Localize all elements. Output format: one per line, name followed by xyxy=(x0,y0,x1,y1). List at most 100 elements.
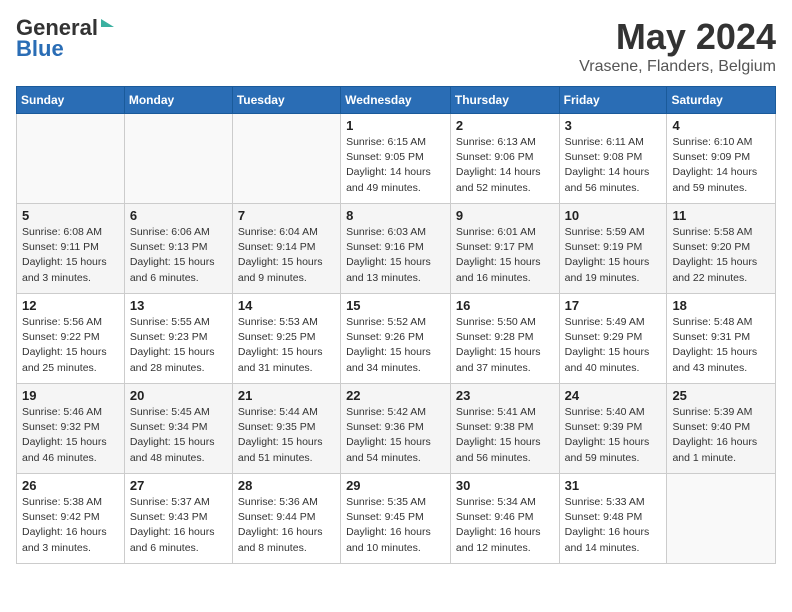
day-info: Sunrise: 5:58 AMSunset: 9:20 PMDaylight:… xyxy=(672,225,770,286)
calendar-cell: 21 Sunrise: 5:44 AMSunset: 9:35 PMDayligh… xyxy=(232,384,340,474)
day-info: Sunrise: 5:42 AMSunset: 9:36 PMDaylight:… xyxy=(346,405,445,466)
day-number: 2 xyxy=(456,118,554,133)
day-number: 5 xyxy=(22,208,119,223)
calendar-cell: 5 Sunrise: 6:08 AMSunset: 9:11 PMDaylight… xyxy=(17,204,125,294)
day-info: Sunrise: 5:50 AMSunset: 9:28 PMDaylight:… xyxy=(456,315,554,376)
calendar-cell: 4 Sunrise: 6:10 AMSunset: 9:09 PMDaylight… xyxy=(667,114,776,204)
logo: General Blue xyxy=(16,16,114,62)
calendar-cell: 25 Sunrise: 5:39 AMSunset: 9:40 PMDayligh… xyxy=(667,384,776,474)
calendar-week-row: 19 Sunrise: 5:46 AMSunset: 9:32 PMDayligh… xyxy=(17,384,776,474)
calendar-cell: 9 Sunrise: 6:01 AMSunset: 9:17 PMDaylight… xyxy=(450,204,559,294)
day-number: 24 xyxy=(565,388,662,403)
calendar-cell: 29Sunrise: 5:35 AMSunset: 9:45 PMDayligh… xyxy=(341,474,451,564)
calendar-header-row: SundayMondayTuesdayWednesdayThursdayFrid… xyxy=(17,87,776,114)
day-info: Sunrise: 5:49 AMSunset: 9:29 PMDaylight:… xyxy=(565,315,662,376)
day-number: 6 xyxy=(130,208,227,223)
day-number: 20 xyxy=(130,388,227,403)
day-info: Sunrise: 5:33 AMSunset: 9:48 PMDaylight:… xyxy=(565,495,662,556)
header-monday: Monday xyxy=(124,87,232,114)
header-sunday: Sunday xyxy=(17,87,125,114)
day-info: Sunrise: 5:41 AMSunset: 9:38 PMDaylight:… xyxy=(456,405,554,466)
day-number: 8 xyxy=(346,208,445,223)
day-number: 9 xyxy=(456,208,554,223)
calendar-cell: 24 Sunrise: 5:40 AMSunset: 9:39 PMDayligh… xyxy=(559,384,667,474)
calendar-cell: 23 Sunrise: 5:41 AMSunset: 9:38 PMDayligh… xyxy=(450,384,559,474)
logo-blue: Blue xyxy=(16,36,64,62)
day-info: Sunrise: 6:08 AMSunset: 9:11 PMDaylight:… xyxy=(22,225,119,286)
day-number: 21 xyxy=(238,388,335,403)
calendar-cell: 28Sunrise: 5:36 AMSunset: 9:44 PMDayligh… xyxy=(232,474,340,564)
day-number: 10 xyxy=(565,208,662,223)
day-info: Sunrise: 6:15 AMSunset: 9:05 PMDaylight:… xyxy=(346,135,445,196)
day-number: 1 xyxy=(346,118,445,133)
header-saturday: Saturday xyxy=(667,87,776,114)
day-number: 4 xyxy=(672,118,770,133)
calendar-cell: 2Sunrise: 6:13 AMSunset: 9:06 PMDaylight… xyxy=(450,114,559,204)
calendar-cell xyxy=(124,114,232,204)
calendar-week-row: 12 Sunrise: 5:56 AMSunset: 9:22 PMDayligh… xyxy=(17,294,776,384)
day-info: Sunrise: 6:10 AMSunset: 9:09 PMDaylight:… xyxy=(672,135,770,196)
logo-arrow-icon xyxy=(101,19,114,27)
day-number: 16 xyxy=(456,298,554,313)
day-info: Sunrise: 5:45 AMSunset: 9:34 PMDaylight:… xyxy=(130,405,227,466)
day-info: Sunrise: 5:55 AMSunset: 9:23 PMDaylight:… xyxy=(130,315,227,376)
day-info: Sunrise: 5:38 AMSunset: 9:42 PMDaylight:… xyxy=(22,495,119,556)
page-header: General Blue May 2024 Vrasene, Flanders,… xyxy=(16,16,776,76)
day-number: 7 xyxy=(238,208,335,223)
day-number: 13 xyxy=(130,298,227,313)
day-info: Sunrise: 5:59 AMSunset: 9:19 PMDaylight:… xyxy=(565,225,662,286)
day-info: Sunrise: 5:44 AMSunset: 9:35 PMDaylight:… xyxy=(238,405,335,466)
calendar-cell xyxy=(667,474,776,564)
calendar-cell: 6Sunrise: 6:06 AMSunset: 9:13 PMDaylight… xyxy=(124,204,232,294)
calendar-cell: 18 Sunrise: 5:48 AMSunset: 9:31 PMDayligh… xyxy=(667,294,776,384)
day-info: Sunrise: 5:56 AMSunset: 9:22 PMDaylight:… xyxy=(22,315,119,376)
calendar-cell: 20 Sunrise: 5:45 AMSunset: 9:34 PMDayligh… xyxy=(124,384,232,474)
title-block: May 2024 Vrasene, Flanders, Belgium xyxy=(579,16,776,76)
day-number: 27 xyxy=(130,478,227,493)
day-number: 12 xyxy=(22,298,119,313)
day-number: 23 xyxy=(456,388,554,403)
day-number: 15 xyxy=(346,298,445,313)
day-number: 18 xyxy=(672,298,770,313)
header-tuesday: Tuesday xyxy=(232,87,340,114)
day-number: 3 xyxy=(565,118,662,133)
header-thursday: Thursday xyxy=(450,87,559,114)
day-number: 11 xyxy=(672,208,770,223)
day-number: 31 xyxy=(565,478,662,493)
day-info: Sunrise: 5:52 AMSunset: 9:26 PMDaylight:… xyxy=(346,315,445,376)
header-wednesday: Wednesday xyxy=(341,87,451,114)
calendar-cell: 8 Sunrise: 6:03 AMSunset: 9:16 PMDaylight… xyxy=(341,204,451,294)
day-info: Sunrise: 6:03 AMSunset: 9:16 PMDaylight:… xyxy=(346,225,445,286)
day-info: Sunrise: 5:46 AMSunset: 9:32 PMDaylight:… xyxy=(22,405,119,466)
calendar-table: SundayMondayTuesdayWednesdayThursdayFrid… xyxy=(16,86,776,564)
day-info: Sunrise: 5:53 AMSunset: 9:25 PMDaylight:… xyxy=(238,315,335,376)
calendar-cell: 12 Sunrise: 5:56 AMSunset: 9:22 PMDayligh… xyxy=(17,294,125,384)
day-info: Sunrise: 5:40 AMSunset: 9:39 PMDaylight:… xyxy=(565,405,662,466)
day-number: 22 xyxy=(346,388,445,403)
day-info: Sunrise: 5:37 AMSunset: 9:43 PMDaylight:… xyxy=(130,495,227,556)
day-number: 26 xyxy=(22,478,119,493)
calendar-cell: 3 Sunrise: 6:11 AMSunset: 9:08 PMDaylight… xyxy=(559,114,667,204)
calendar-cell: 22 Sunrise: 5:42 AMSunset: 9:36 PMDayligh… xyxy=(341,384,451,474)
calendar-cell: 10 Sunrise: 5:59 AMSunset: 9:19 PMDayligh… xyxy=(559,204,667,294)
day-info: Sunrise: 5:48 AMSunset: 9:31 PMDaylight:… xyxy=(672,315,770,376)
day-info: Sunrise: 6:04 AMSunset: 9:14 PMDaylight:… xyxy=(238,225,335,286)
calendar-cell xyxy=(17,114,125,204)
day-info: Sunrise: 6:11 AMSunset: 9:08 PMDaylight:… xyxy=(565,135,662,196)
calendar-cell: 1 Sunrise: 6:15 AMSunset: 9:05 PMDaylight… xyxy=(341,114,451,204)
day-info: Sunrise: 6:01 AMSunset: 9:17 PMDaylight:… xyxy=(456,225,554,286)
calendar-cell xyxy=(232,114,340,204)
page-title: May 2024 xyxy=(579,16,776,58)
day-number: 25 xyxy=(672,388,770,403)
calendar-week-row: 26 Sunrise: 5:38 AMSunset: 9:42 PMDayligh… xyxy=(17,474,776,564)
day-info: Sunrise: 5:35 AMSunset: 9:45 PMDaylight:… xyxy=(346,495,445,556)
day-info: Sunrise: 5:36 AMSunset: 9:44 PMDaylight:… xyxy=(238,495,335,556)
page-subtitle: Vrasene, Flanders, Belgium xyxy=(579,58,776,76)
day-number: 14 xyxy=(238,298,335,313)
day-info: Sunrise: 5:39 AMSunset: 9:40 PMDaylight:… xyxy=(672,405,770,466)
calendar-cell: 30Sunrise: 5:34 AMSunset: 9:46 PMDayligh… xyxy=(450,474,559,564)
calendar-week-row: 5 Sunrise: 6:08 AMSunset: 9:11 PMDaylight… xyxy=(17,204,776,294)
day-number: 30 xyxy=(456,478,554,493)
day-number: 19 xyxy=(22,388,119,403)
calendar-cell: 26 Sunrise: 5:38 AMSunset: 9:42 PMDayligh… xyxy=(17,474,125,564)
